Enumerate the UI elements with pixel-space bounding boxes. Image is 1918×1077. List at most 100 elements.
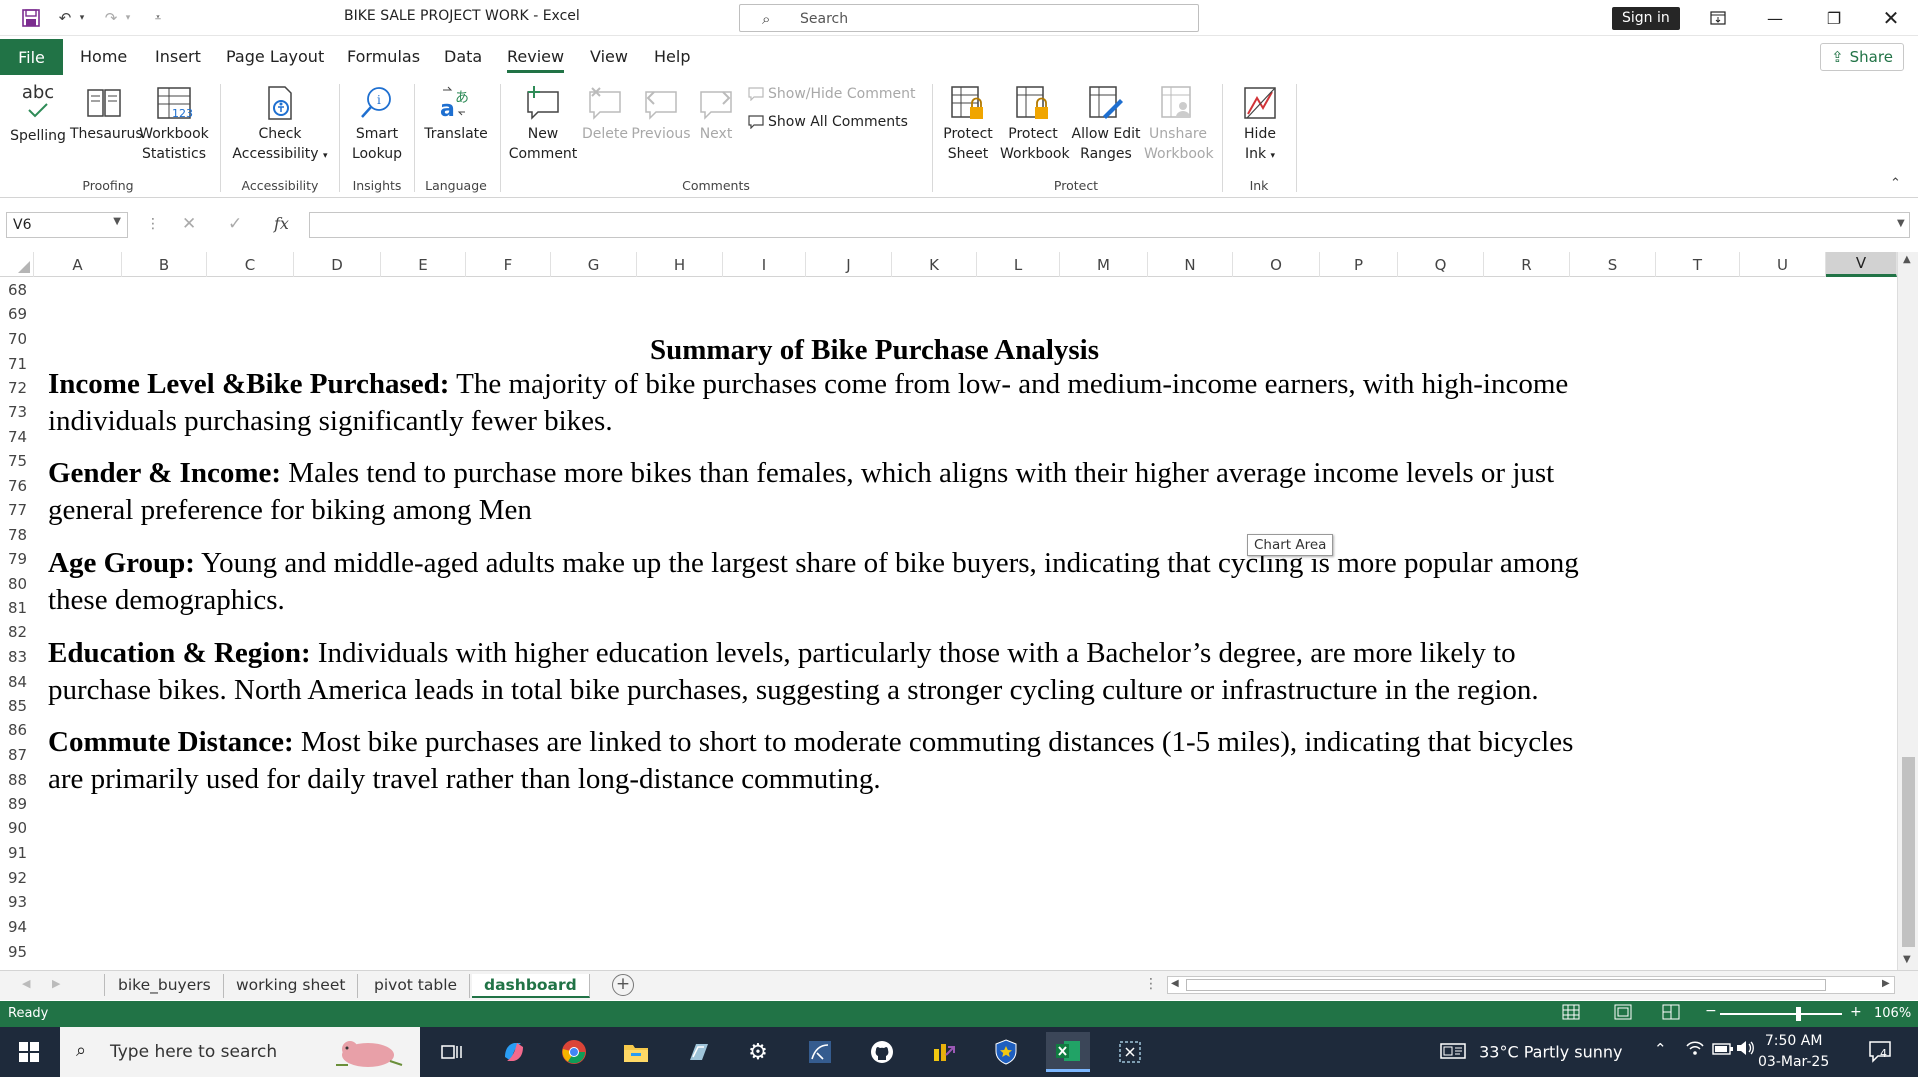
settings-gear-icon[interactable]: ⚙ (736, 1032, 780, 1072)
github-icon[interactable] (860, 1032, 904, 1072)
page-layout-view-icon[interactable] (1612, 1004, 1634, 1022)
column-header-r[interactable]: R (1484, 252, 1570, 277)
more-options-icon[interactable]: ⋮ (146, 216, 160, 232)
name-box[interactable]: V6 ▼ (6, 212, 128, 238)
notes-app-icon[interactable] (676, 1032, 720, 1072)
chrome-icon[interactable] (552, 1032, 596, 1072)
insert-function-icon[interactable]: fx (274, 214, 289, 233)
security-shield-icon[interactable] (984, 1032, 1028, 1072)
row-header[interactable]: 73 (0, 400, 34, 424)
scroll-thumb[interactable] (1186, 979, 1826, 991)
column-header-m[interactable]: M (1060, 252, 1148, 277)
select-all-corner[interactable] (0, 252, 34, 277)
new-comment-button[interactable]: New Comment (508, 84, 578, 164)
expand-formula-bar-icon[interactable]: ▼ (1897, 218, 1905, 229)
row-header[interactable]: 93 (0, 890, 34, 914)
row-header[interactable]: 80 (0, 572, 34, 596)
column-header-l[interactable]: L (977, 252, 1060, 277)
sheet-tab-dashboard[interactable]: dashboard (472, 974, 590, 998)
collapse-ribbon-icon[interactable]: ⌃ (1890, 176, 1901, 191)
scroll-down-icon[interactable]: ▼ (1903, 954, 1911, 965)
search-input[interactable]: ⌕ Search (739, 4, 1199, 32)
weather-widget[interactable]: 33°C Partly sunny (1440, 1041, 1623, 1065)
undo-dropdown-icon[interactable]: ▾ (76, 6, 88, 30)
row-header[interactable]: 87 (0, 743, 34, 767)
undo-icon[interactable]: ↶ (54, 6, 76, 30)
zoom-slider-knob[interactable] (1796, 1007, 1801, 1021)
row-header[interactable]: 85 (0, 694, 34, 718)
previous-comment-button[interactable]: Previous (630, 84, 692, 144)
column-header-u[interactable]: U (1740, 252, 1826, 277)
task-view-icon[interactable] (430, 1032, 474, 1072)
sheet-tab-pivot-table[interactable]: pivot table (362, 974, 471, 998)
file-explorer-icon[interactable] (614, 1032, 658, 1072)
row-header[interactable]: 79 (0, 547, 34, 571)
tab-splitter-icon[interactable]: ⋮ (1144, 976, 1158, 992)
sheet-tab-bike-buyers[interactable]: bike_buyers (106, 974, 224, 998)
column-header-n[interactable]: N (1148, 252, 1233, 277)
row-header[interactable]: 72 (0, 376, 34, 400)
delete-comment-button[interactable]: Delete (580, 84, 630, 144)
row-header[interactable]: 75 (0, 449, 34, 473)
sheet-tab-working-sheet[interactable]: working sheet (224, 974, 359, 998)
column-header-s[interactable]: S (1570, 252, 1656, 277)
spelling-button[interactable]: abc Spelling (8, 84, 68, 146)
normal-view-icon[interactable] (1560, 1004, 1582, 1022)
row-header[interactable]: 68 (0, 278, 34, 302)
restore-icon[interactable]: ❐ (1811, 0, 1857, 36)
sign-in-button[interactable]: Sign in (1612, 7, 1680, 30)
tab-formulas[interactable]: Formulas (347, 47, 420, 66)
row-header[interactable]: 78 (0, 523, 34, 547)
vertical-scrollbar[interactable]: ▲ ▼ (1897, 252, 1918, 970)
thesaurus-button[interactable]: Thesaurus (70, 84, 143, 144)
column-header-k[interactable]: K (892, 252, 977, 277)
tab-page-layout[interactable]: Page Layout (226, 47, 324, 66)
wifi-icon[interactable] (1686, 1040, 1704, 1060)
allow-edit-ranges-button[interactable]: Allow Edit Ranges (1068, 84, 1144, 164)
column-header-g[interactable]: G (551, 252, 637, 277)
row-header[interactable]: 84 (0, 670, 34, 694)
scroll-up-icon[interactable]: ▲ (1903, 254, 1911, 265)
row-header[interactable]: 89 (0, 792, 34, 816)
cancel-icon[interactable]: ✕ (182, 214, 196, 234)
tab-data[interactable]: Data (444, 47, 482, 66)
tab-help[interactable]: Help (654, 47, 690, 66)
row-header[interactable]: 95 (0, 940, 34, 964)
redo-dropdown-icon[interactable]: ▾ (122, 6, 134, 30)
ribbon-display-icon[interactable] (1695, 0, 1741, 36)
next-sheet-icon[interactable]: ▶ (52, 977, 60, 990)
close-icon[interactable]: ✕ (1868, 0, 1914, 36)
scroll-right-icon[interactable]: ▶ (1882, 978, 1890, 989)
column-header-q[interactable]: Q (1398, 252, 1484, 277)
windows-start-icon[interactable] (0, 1027, 58, 1077)
row-header[interactable]: 90 (0, 816, 34, 840)
show-hidden-icons-icon[interactable]: ⌃ (1654, 1040, 1667, 1058)
prev-sheet-icon[interactable]: ◀ (22, 977, 30, 990)
minimize-icon[interactable]: — (1752, 0, 1798, 36)
column-header-f[interactable]: F (466, 252, 551, 277)
column-header-c[interactable]: C (207, 252, 294, 277)
tab-home[interactable]: Home (80, 47, 127, 66)
column-header-e[interactable]: E (381, 252, 466, 277)
row-header[interactable]: 94 (0, 915, 34, 939)
redo-icon[interactable]: ↷ (100, 6, 122, 30)
powerbi-dev-icon[interactable] (922, 1032, 966, 1072)
column-header-t[interactable]: T (1656, 252, 1740, 277)
row-header[interactable]: 76 (0, 474, 34, 498)
zoom-level[interactable]: 106% (1874, 1006, 1911, 1021)
row-header[interactable]: 83 (0, 645, 34, 669)
row-header[interactable]: 70 (0, 327, 34, 351)
column-header-d[interactable]: D (294, 252, 381, 277)
snipping-tool-icon[interactable] (1108, 1032, 1152, 1072)
row-header[interactable]: 91 (0, 841, 34, 865)
show-all-comments-button[interactable]: Show All Comments (748, 114, 908, 130)
volume-icon[interactable] (1736, 1040, 1756, 1060)
column-header-v[interactable]: V (1826, 252, 1897, 277)
show-hide-comment-button[interactable]: Show/Hide Comment (748, 86, 915, 102)
row-header[interactable]: 82 (0, 620, 34, 644)
row-header[interactable]: 69 (0, 302, 34, 326)
next-comment-button[interactable]: Next (694, 84, 738, 144)
scroll-thumb[interactable] (1902, 757, 1915, 947)
tab-file[interactable]: File (0, 39, 63, 75)
row-header[interactable]: 71 (0, 352, 34, 376)
